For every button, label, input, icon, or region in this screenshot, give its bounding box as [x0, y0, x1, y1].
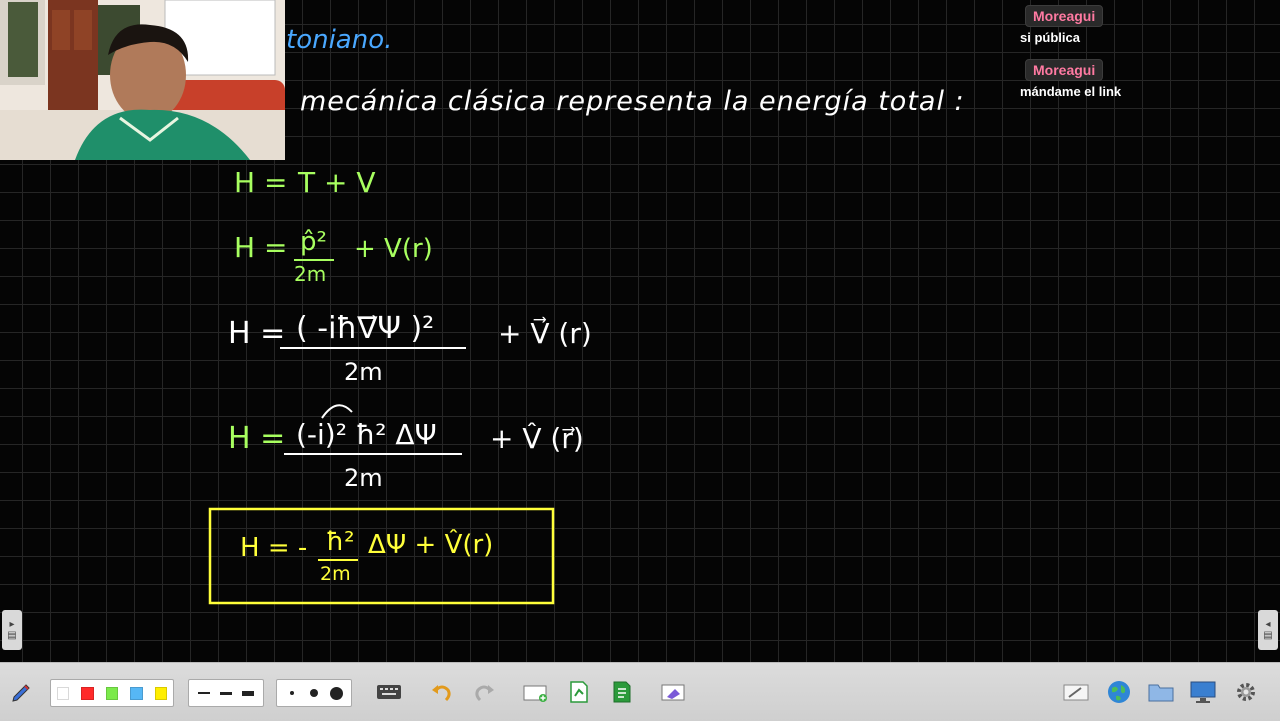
- intro-line: mecánica clásica representa la energía t…: [300, 86, 965, 117]
- eraser-button[interactable]: [1062, 678, 1090, 706]
- eq1-lhs: H =: [234, 166, 287, 199]
- add-page-icon: [570, 681, 588, 703]
- folder-button[interactable]: [1147, 678, 1175, 706]
- line-thick-button[interactable]: [237, 690, 259, 696]
- web-button[interactable]: [1105, 678, 1133, 706]
- eq2-numerator: p̂²: [300, 227, 327, 257]
- eq2-lhs: H =: [234, 231, 287, 264]
- color-yellow-swatch[interactable]: [154, 686, 168, 700]
- handwritten-content: toniano. mecánica clásica representa la …: [208, 25, 965, 605]
- line-width-group: [188, 679, 264, 707]
- eq2-denominator: 2m: [294, 262, 326, 286]
- new-blank-page-button[interactable]: [522, 678, 550, 706]
- chat-message-1: Moreagui si pública: [1020, 5, 1104, 45]
- color-blue-swatch[interactable]: [130, 686, 143, 700]
- pen-tool-button[interactable]: [8, 678, 36, 706]
- chat-message-2: Moreagui mándame el link: [1020, 59, 1121, 99]
- eq5-denominator: 2m: [320, 563, 351, 585]
- line-medium-button[interactable]: [215, 691, 237, 695]
- globe-icon: [1108, 681, 1130, 703]
- pages-icon: ▤: [1263, 630, 1273, 641]
- eq4-annotation-arc: [321, 404, 353, 419]
- new-page-icon: [523, 685, 547, 702]
- eq4-lhs: H =: [228, 421, 285, 456]
- add-page-button[interactable]: [565, 678, 593, 706]
- chat-text: mándame el link: [1020, 84, 1122, 99]
- line-thin-button[interactable]: [193, 692, 215, 694]
- screen-button[interactable]: [1189, 678, 1217, 706]
- eq1-rhs: T + V: [297, 166, 376, 199]
- clear-board-button[interactable]: [660, 678, 688, 706]
- keyboard-icon: [377, 685, 401, 699]
- eq4-numerator: (-i)² ħ² ΔΨ: [296, 418, 437, 451]
- undo-icon: [432, 685, 451, 702]
- eq3-numerator: ( -iħ∇⃗Ψ )²: [296, 311, 434, 346]
- eq2-tail: + V(r): [354, 234, 433, 264]
- eq5-tail: ΔΨ + V̂(r): [368, 528, 493, 560]
- right-panel-toggle[interactable]: ◂ ▤: [1258, 610, 1278, 650]
- eq3-denominator: 2m: [344, 358, 383, 386]
- eq3-lhs: H =: [228, 316, 285, 351]
- color-green-swatch[interactable]: [105, 686, 119, 700]
- page-list-icon: [613, 681, 631, 703]
- clear-icon: [661, 684, 685, 701]
- eq3-tail: + V⃗ (r): [498, 316, 592, 350]
- chat-username: Moreagui: [1025, 5, 1104, 27]
- bottom-toolbar: [0, 662, 1280, 721]
- pen-icon: [12, 684, 30, 702]
- page-list-button[interactable]: [608, 678, 636, 706]
- left-panel-toggle[interactable]: ▸ ▤: [2, 610, 22, 650]
- monitor-icon: [1190, 681, 1216, 703]
- eq5-lhs: H = -: [240, 533, 307, 563]
- chat-username: Moreagui: [1025, 59, 1104, 81]
- color-white-swatch[interactable]: [56, 686, 70, 700]
- dot-small-button[interactable]: [281, 691, 303, 695]
- dot-size-group: [276, 679, 352, 707]
- dot-large-button[interactable]: [325, 686, 347, 700]
- eq5-numerator: ħ²: [326, 527, 355, 557]
- title-fragment: toniano.: [286, 25, 392, 55]
- redo-icon: [475, 685, 494, 702]
- undo-button[interactable]: [428, 678, 456, 706]
- expand-right-icon: ▸: [9, 619, 15, 630]
- keyboard-button[interactable]: [375, 678, 403, 706]
- redo-button[interactable]: [470, 678, 498, 706]
- folder-icon: [1148, 684, 1174, 702]
- color-palette: [50, 679, 174, 707]
- settings-button[interactable]: [1232, 678, 1260, 706]
- chat-text: si pública: [1020, 30, 1080, 45]
- expand-left-icon: ◂: [1265, 619, 1271, 630]
- color-red-swatch[interactable]: [81, 686, 94, 700]
- eq4-denominator: 2m: [344, 464, 383, 492]
- eraser-icon: [1063, 684, 1089, 701]
- pages-icon: ▤: [7, 630, 17, 641]
- gear-icon: [1237, 683, 1255, 701]
- eq4-tail: + V̂ (r⃗): [490, 422, 584, 455]
- dot-medium-button[interactable]: [303, 689, 325, 697]
